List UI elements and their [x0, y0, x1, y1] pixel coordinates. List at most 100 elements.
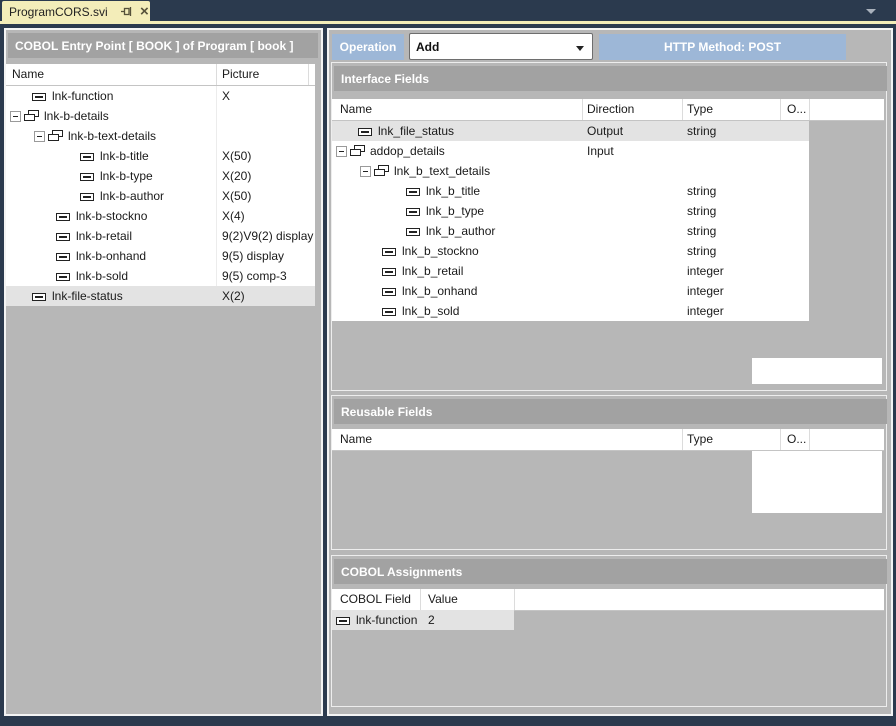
table-row[interactable]: lnk-b-titleX(50)	[6, 146, 315, 166]
column-header-cobol-field[interactable]: COBOL Field	[340, 589, 411, 610]
group-icon	[374, 165, 390, 178]
pin-icon[interactable]	[120, 5, 133, 19]
cell-direction: Input	[587, 141, 614, 161]
cell-picture: 9(2)V9(2) display	[222, 226, 313, 246]
table-row[interactable]: lnk_b_text_details	[332, 161, 809, 181]
cell-picture: X(50)	[222, 186, 251, 206]
table-row[interactable]: lnk_b_title string	[332, 181, 809, 201]
cell-type: string	[687, 241, 716, 261]
field-icon	[56, 253, 70, 261]
cell-picture: X(20)	[222, 166, 251, 186]
field-icon	[406, 188, 420, 196]
table-row[interactable]: lnk-b-stockno X(4)	[6, 206, 315, 226]
cobol-fields-tree: lnk-functionXlnk-b-detailslnk-b-text-det…	[6, 86, 315, 306]
field-icon	[80, 153, 94, 161]
reusable-fields-body-cell	[752, 451, 882, 513]
cell-value: 2	[428, 610, 435, 630]
column-header-name[interactable]: Name	[340, 99, 372, 120]
document-tab[interactable]: ProgramCORS.svi ×	[2, 1, 150, 22]
table-row[interactable]: lnk_b_typestring	[332, 201, 809, 221]
column-header-type[interactable]: Type	[687, 99, 713, 120]
table-row[interactable]: addop_details Input	[332, 141, 809, 161]
column-header-occurs[interactable]: O...	[787, 99, 806, 120]
column-header-value[interactable]: Value	[428, 589, 458, 610]
row-name: lnk-file-status	[52, 286, 123, 306]
cobol-assignments-section: COBOL Assignments COBOL Field Value lnk-…	[331, 555, 887, 707]
row-name: lnk-b-type	[100, 166, 153, 186]
table-row[interactable]: lnk-file-status X(2)	[6, 286, 315, 306]
cell-type: string	[687, 221, 716, 241]
table-row[interactable]: lnk_b_stocknostring	[332, 241, 809, 261]
collapse-icon[interactable]	[34, 131, 45, 142]
row-name: lnk-function	[356, 610, 417, 630]
operation-select[interactable]: Add	[409, 33, 593, 60]
group-icon	[24, 110, 40, 123]
app-window: { "colors": { "shell_background": "#2b3a…	[0, 0, 896, 726]
table-row[interactable]: lnk-b-authorX(50)	[6, 186, 315, 206]
table-row[interactable]: lnk_b_onhand integer	[332, 281, 809, 301]
table-row[interactable]: lnk-b-type X(20)	[6, 166, 315, 186]
reusable-fields-title: Reusable Fields	[334, 399, 887, 424]
table-row[interactable]: lnk-b-sold9(5) comp-3	[6, 266, 315, 286]
tab-list-dropdown-icon[interactable]	[866, 9, 876, 14]
field-icon	[80, 173, 94, 181]
cell-type: string	[687, 121, 716, 141]
cobol-entry-point-panel: COBOL Entry Point [ BOOK ] of Program [ …	[4, 28, 323, 716]
table-row[interactable]: lnk_b_retailinteger	[332, 261, 809, 281]
column-header-direction[interactable]: Direction	[587, 99, 634, 120]
table-row[interactable]: lnk_b_soldinteger	[332, 301, 809, 321]
interface-grid-header: Name Direction Type O...	[332, 99, 884, 121]
assignments-grid-header: COBOL Field Value	[332, 589, 884, 611]
assignments-rows: lnk-function 2	[332, 610, 514, 630]
table-row[interactable]: lnk_file_statusOutputstring	[332, 121, 809, 141]
cell-type: integer	[687, 281, 724, 301]
collapse-icon[interactable]	[10, 111, 21, 122]
column-header-type[interactable]: Type	[687, 429, 713, 450]
table-row[interactable]: lnk-b-details	[6, 106, 315, 126]
row-name: lnk_b_title	[426, 181, 480, 201]
field-icon	[406, 208, 420, 216]
field-icon	[382, 288, 396, 296]
row-name: lnk-b-stockno	[76, 206, 147, 226]
field-icon	[406, 228, 420, 236]
row-name: lnk_b_retail	[402, 261, 463, 281]
field-icon	[56, 233, 70, 241]
field-icon	[358, 128, 372, 136]
operation-label: Operation	[332, 34, 404, 60]
group-icon	[350, 145, 366, 158]
table-row[interactable]: lnk-functionX	[6, 86, 315, 106]
row-name: lnk-b-sold	[76, 266, 128, 286]
table-row[interactable]: lnk-b-onhand9(5) display	[6, 246, 315, 266]
column-header-picture[interactable]: Picture	[222, 64, 259, 85]
row-name: addop_details	[370, 141, 445, 161]
left-panel-title: COBOL Entry Point [ BOOK ] of Program [ …	[8, 33, 318, 58]
field-icon	[56, 213, 70, 221]
operation-selected-value: Add	[416, 40, 439, 54]
cell-type: integer	[687, 301, 724, 321]
close-icon[interactable]: ×	[139, 4, 150, 20]
cell-direction: Output	[587, 121, 623, 141]
field-icon	[382, 308, 396, 316]
operation-panel: Operation Add HTTP Method: POST Interfac…	[327, 28, 893, 716]
interface-fields-section: Interface Fields Name Direction Type O..…	[331, 62, 887, 391]
collapse-icon[interactable]	[336, 146, 347, 157]
row-name: lnk_b_onhand	[402, 281, 477, 301]
collapse-icon[interactable]	[360, 166, 371, 177]
table-row[interactable]: lnk-b-text-details	[6, 126, 315, 146]
tab-title: ProgramCORS.svi	[9, 5, 108, 19]
column-header-occurs[interactable]: O...	[787, 429, 806, 450]
column-header-name[interactable]: Name	[12, 64, 44, 85]
row-name: lnk-b-retail	[76, 226, 132, 246]
cell-picture: X(2)	[222, 286, 245, 306]
column-header-name[interactable]: Name	[340, 429, 372, 450]
chevron-down-icon	[576, 46, 584, 51]
interface-fields-tree: lnk_file_statusOutputstringaddop_details…	[332, 121, 809, 321]
field-icon	[80, 193, 94, 201]
table-row[interactable]: lnk-function 2	[332, 610, 514, 630]
field-icon	[382, 248, 396, 256]
field-icon	[56, 273, 70, 281]
table-row[interactable]: lnk_b_authorstring	[332, 221, 809, 241]
table-row[interactable]: lnk-b-retail 9(2)V9(2) display	[6, 226, 315, 246]
cell-type: string	[687, 181, 716, 201]
cell-picture: X(4)	[222, 206, 245, 226]
